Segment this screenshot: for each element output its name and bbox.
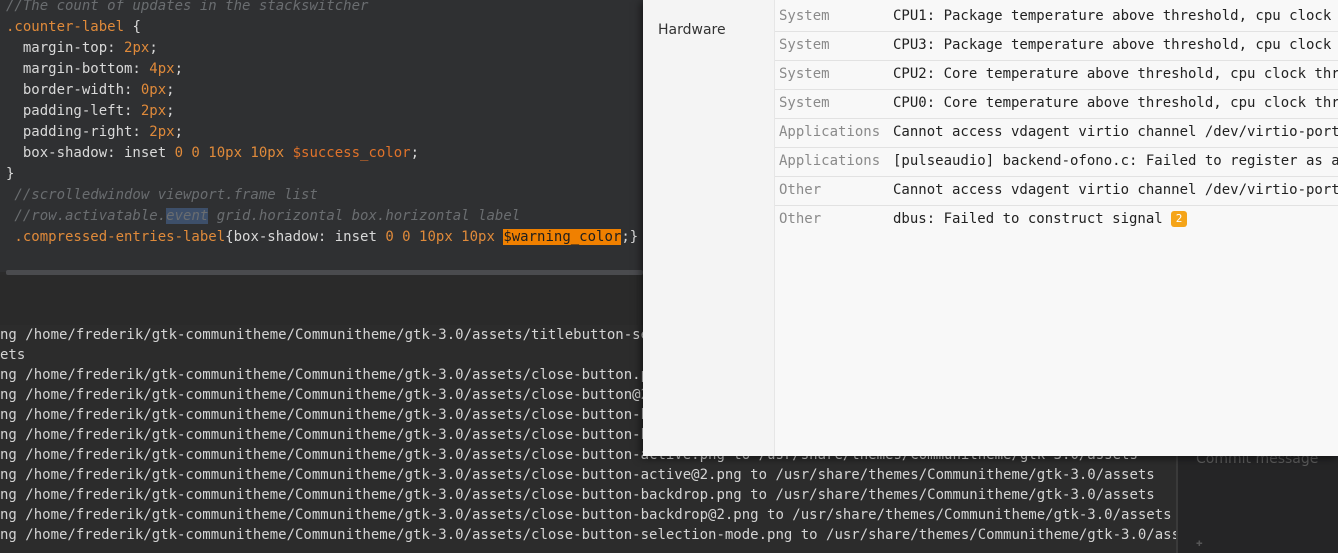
log-message-text: dbus: Failed to construct signal: [893, 211, 1163, 227]
code-text: {: [124, 19, 141, 35]
log-category: System: [779, 8, 830, 24]
code-line: margin-bottom: 4px;: [6, 59, 183, 80]
code-text: ;: [166, 103, 175, 119]
code-line: box-shadow: inset 0 0 10px 10px $success…: [6, 143, 419, 164]
comment-text: //row.activatable.: [6, 208, 167, 224]
code-line: //row.activatable.event grid.horizontal …: [6, 206, 520, 227]
value-text: 4px: [149, 61, 175, 77]
log-message: CPU1: Package temperature above threshol…: [893, 8, 1338, 24]
code-line: //The count of updates in the stackswitc…: [6, 0, 368, 17]
code-line: border-width: 0px;: [6, 80, 175, 101]
count-badge: 2: [1170, 211, 1188, 227]
code-text: ;: [174, 124, 184, 140]
log-row[interactable]: Applications [pulseaudio] backend-ofono.c…: [775, 148, 1338, 177]
property-text: padding-left:: [6, 103, 141, 119]
log-message: Cannot access vdagent virtio channel /de…: [893, 182, 1338, 198]
comment-text: //scrolledwindow viewport.frame list: [6, 187, 318, 203]
code-text: ;: [410, 145, 420, 161]
search-highlight: event: [166, 208, 209, 224]
log-category: Other: [779, 182, 822, 198]
code-text: }: [6, 166, 15, 182]
code-line: margin-top: 2px;: [6, 38, 158, 59]
log-category: Applications: [779, 153, 881, 169]
value-text: 0px: [140, 82, 167, 98]
comment-text: grid.horizontal box.horizontal label: [208, 208, 521, 224]
log-message: CPU3: Package temperature above threshol…: [893, 37, 1338, 53]
log-row[interactable]: System CPU0: Core temperature above thres…: [775, 90, 1338, 119]
log-row[interactable]: Applications Cannot access vdagent virtio…: [775, 119, 1338, 148]
value-text: 0 0 10px 10px: [174, 145, 285, 161]
value-text: 2px: [149, 124, 175, 140]
log-row[interactable]: System CPU3: Package temperature above th…: [775, 32, 1338, 61]
terminal-line: ets: [0, 347, 26, 363]
value-text: 2px: [124, 40, 150, 56]
terminal-line: ng /home/frederik/gtk-communitheme/Commu…: [0, 467, 1155, 483]
code-line: padding-right: 2px;: [6, 122, 183, 143]
logs-sidebar: Hardware: [643, 0, 775, 456]
selector-text: .compressed-entries-label: [6, 229, 226, 245]
log-category: System: [779, 95, 830, 111]
log-row[interactable]: Other Cannot access vdagent virtio channe…: [775, 177, 1338, 206]
log-row[interactable]: System CPU2: Core temperature above thres…: [775, 61, 1338, 90]
selector-text: .counter-label: [6, 19, 125, 35]
log-message: CPU0: Core temperature above threshold, …: [893, 95, 1338, 111]
log-message: CPU2: Core temperature above threshold, …: [893, 66, 1338, 82]
property-text: padding-right:: [6, 124, 150, 140]
sidebar-item-hardware[interactable]: Hardware: [658, 22, 726, 38]
code-text: ;: [149, 40, 158, 56]
code-line: //scrolledwindow viewport.frame list: [6, 185, 318, 206]
code-text: ;: [174, 61, 184, 77]
code-line: }: [6, 164, 14, 185]
variable-text: $success_color: [284, 145, 411, 161]
value-text: 2px: [140, 103, 167, 119]
add-co-author-icon[interactable]: ✚: [1196, 536, 1203, 549]
code-editor[interactable]: //The count of updates in the stackswitc…: [0, 0, 643, 272]
code-text: {box-shadow: inset: [225, 229, 386, 245]
property-text: margin-bottom:: [6, 61, 150, 77]
comment-text: //The count of updates in the stackswitc…: [6, 0, 369, 14]
log-category: System: [779, 37, 830, 53]
log-message: [pulseaudio] backend-ofono.c: Failed to …: [893, 153, 1338, 169]
code-line: padding-left: 2px;: [6, 101, 175, 122]
code-text: ;}: [621, 229, 639, 245]
log-category: Applications: [779, 124, 881, 140]
property-text: box-shadow: inset: [6, 145, 175, 161]
selection-highlight: $warning_color: [503, 229, 622, 245]
value-text: 0 0 10px 10px: [385, 229, 495, 245]
terminal-line: ng /home/frederik/gtk-communitheme/Commu…: [0, 527, 1181, 543]
panel-divider: [0, 275, 643, 325]
log-row[interactable]: System CPU1: Package temperature above th…: [775, 3, 1338, 32]
code-text: ;: [166, 82, 175, 98]
property-text: border-width:: [6, 82, 141, 98]
property-text: margin-top:: [6, 40, 125, 56]
log-list[interactable]: System CPU1: Package temperature above th…: [775, 0, 1338, 456]
log-category: System: [779, 66, 830, 82]
logs-window: Hardware System CPU1: Package temperature…: [643, 0, 1338, 456]
terminal-line: ng /home/frederik/gtk-communitheme/Commu…: [0, 507, 1172, 523]
code-line: .compressed-entries-label{box-shadow: in…: [6, 227, 638, 248]
log-row[interactable]: Other dbus: Failed to construct signal 2: [775, 206, 1338, 235]
code-line: .counter-label {: [6, 17, 141, 38]
log-message: Cannot access vdagent virtio channel /de…: [893, 124, 1338, 140]
log-message: dbus: Failed to construct signal 2: [893, 211, 1188, 227]
log-category: Other: [779, 211, 822, 227]
terminal-line: ng /home/frederik/gtk-communitheme/Commu…: [0, 487, 1155, 503]
